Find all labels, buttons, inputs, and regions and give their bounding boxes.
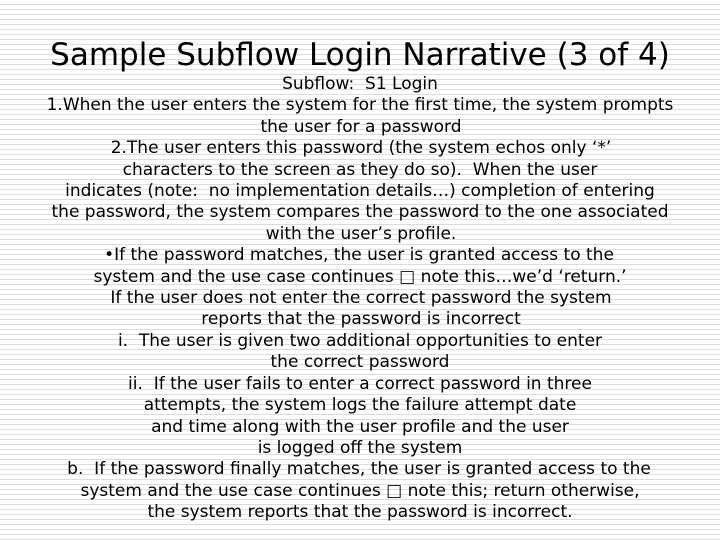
body-line: reports that the password is incorrect (201, 309, 521, 330)
body-line: the user for a password (260, 116, 462, 137)
body-line: the correct password (270, 352, 450, 373)
body-line: the system reports that the password is … (147, 502, 573, 523)
slide-canvas: Sample Subflow Login Narrative (3 of 4) … (0, 0, 720, 540)
body-line: attempts, the system logs the failure at… (143, 395, 577, 416)
body-line: If the user does not enter the correct p… (110, 288, 612, 309)
body-line: system and the use case continues □ note… (93, 266, 627, 287)
body-line: is logged off the system (257, 437, 463, 458)
body-line: the password, the system compares the pa… (51, 202, 669, 223)
page-title: Sample Subflow Login Narrative (3 of 4) (50, 36, 670, 73)
body-line: and time along with the user profile and… (151, 416, 569, 437)
body-line: b. If the password finally matches, the … (67, 459, 651, 480)
body-line: Subflow: S1 Login (282, 74, 438, 94)
body-line: 1.When the user enters the system for th… (46, 95, 674, 116)
body-line: with the user’s profile. (265, 223, 457, 244)
body-line: system and the use case continues □ note… (80, 480, 640, 501)
slide-body-block: Subflow: S1 Login 1.When the user enters… (0, 74, 720, 524)
body-line: characters to the screen as they do so).… (122, 159, 598, 180)
body-line: 2.The user enters this password (the sys… (110, 138, 612, 159)
body-line: indicates (note: no implementation detai… (65, 181, 655, 202)
body-line: •If the password matches, the user is gr… (104, 245, 614, 266)
body-line: ii. If the user fails to enter a correct… (128, 373, 592, 394)
body-line: i. The user is given two additional oppo… (117, 330, 603, 351)
